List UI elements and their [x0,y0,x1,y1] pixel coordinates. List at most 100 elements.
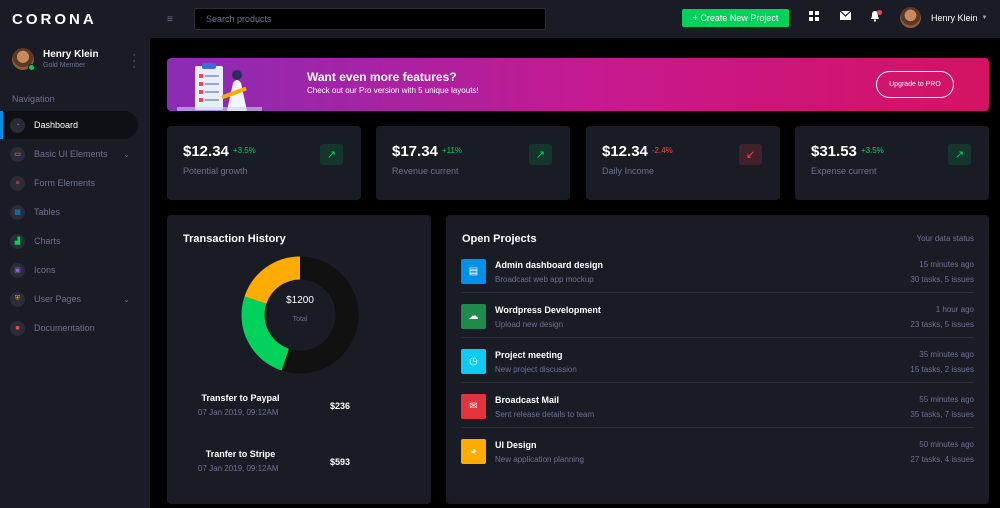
user-name: Henry Klein [931,12,978,23]
sidebar-item-dashboard[interactable]: ◔ Dashboard [0,111,138,139]
project-time: 50 minutes ago [919,440,974,449]
transaction-item[interactable]: Tranfer to Stripe 07 Jan 2019, 09:12AM $… [198,449,368,473]
profile-role: Gold Member [43,62,86,69]
arrow-top-right-icon: ↗ [948,144,971,165]
project-row[interactable]: ◕ UI Design New application planning 50 … [461,428,974,473]
transaction-title: Tranfer to Stripe [205,449,276,459]
arrow-top-right-icon: ↗ [529,144,552,165]
transaction-amount: $593 [330,457,351,467]
menu-toggle-icon[interactable]: ≡ [167,14,179,25]
project-row[interactable]: ◷ Project meeting New project discussion… [461,338,974,383]
project-row[interactable]: ✉ Broadcast Mail Sent release details to… [461,383,974,428]
transaction-amount: $236 [330,401,351,411]
security-icon: ⛨ [10,291,25,307]
project-row[interactable]: ▤ Admin dashboard design Broadcast web a… [461,248,974,293]
project-subtitle: Sent release details to team [495,410,595,419]
search-input[interactable]: Search products [194,8,546,30]
card-title: Transaction History [183,233,286,245]
stat-label: Expense current [811,166,877,176]
stat-label: Potential growth [183,166,248,176]
grid-icon-glyph [809,11,819,21]
donut-total-amount: $1200 [286,295,314,306]
card-title: Open Projects [462,233,537,245]
stat-change: +3.5% [860,146,884,155]
project-subtitle: Broadcast web app mockup [495,275,594,284]
chevron-down-icon: ⌄ [123,149,130,159]
sidebar-item-label: Charts [34,236,61,246]
search-placeholder: Search products [206,14,272,24]
stat-card-expense-current: $31.53 +3.5% Expense current ↗ [795,126,989,200]
arrow-bottom-left-icon: ↙ [739,144,762,165]
project-subtitle: New application planning [495,455,584,464]
online-status-dot [28,64,35,71]
email-icon[interactable] [838,10,852,25]
stat-change: -2.4% [651,146,673,155]
open-projects-card: Open Projects Your data status ▤ Admin d… [446,215,989,504]
project-title: Wordpress Development [495,305,601,315]
project-tasks: 35 tasks, 7 issues [910,410,974,419]
upgrade-pro-button[interactable]: Upgrade to PRO [876,71,954,98]
stat-card-daily-income: $12.34 -2.4% Daily Income ↙ [586,126,780,200]
bell-icon[interactable] [868,10,882,25]
user-menu[interactable]: Henry Klein ▼ [900,7,987,28]
topbar: ≡ Search products + Create New Project H… [150,0,1000,38]
banner-heading: Want even more features? [307,70,457,84]
speedometer-icon: ◔ [10,117,25,133]
project-time: 1 hour ago [935,305,974,314]
sidebar-item-label: Tables [34,207,61,217]
project-time: 15 minutes ago [919,260,974,269]
grid-icon[interactable] [807,11,821,25]
project-tasks: 30 tasks, 5 issues [910,275,974,284]
sidebar-item-label: Documentation [34,323,95,333]
sidebar-item-tables[interactable]: ▦ Tables [0,198,138,226]
project-time: 35 minutes ago [919,350,974,359]
sidebar-item-forms[interactable]: ≡ Form Elements [0,169,138,197]
avatar[interactable] [12,48,35,71]
sidebar-item-user-pages[interactable]: ⛨ User Pages ⌄ [0,285,138,313]
chart-pie-icon: ◕ [461,439,486,464]
sidebar-item-label: Dashboard [34,120,79,130]
stat-change: +11% [441,146,462,155]
table-icon: ▦ [10,204,25,220]
sidebar-item-documentation[interactable]: ■ Documentation [0,314,138,342]
stat-label: Daily Income [602,166,655,176]
project-subtitle: Upload new design [495,320,564,329]
profile-name: Henry Klein [43,49,99,60]
email-icon-glyph [839,10,851,20]
project-row[interactable]: ☁ Wordpress Development Upload new desig… [461,293,974,338]
checklist-illustration [177,63,262,111]
project-title: Admin dashboard design [495,260,604,270]
project-tasks: 23 tasks, 5 issues [910,320,974,329]
sidebar-item-icons[interactable]: ▣ Icons [0,256,138,284]
more-vertical-icon[interactable]: · · · [132,50,136,73]
nav-category: Navigation [12,94,55,104]
brand-logo[interactable]: CORONA [0,0,150,38]
avatar [900,7,921,28]
sidebar-item-charts[interactable]: ▟ Charts [0,227,138,255]
chart-icon: ▟ [10,233,25,249]
project-time: 55 minutes ago [919,395,974,404]
sidebar-item-basic-ui[interactable]: ▭ Basic UI Elements ⌄ [0,140,138,168]
create-project-button[interactable]: + Create New Project [682,9,789,27]
stat-card-potential-growth: $12.34 +3.5% Potential growth ↗ [167,126,361,200]
sidebar: CORONA Henry Klein Gold Member · · · Navig… [0,0,150,508]
project-tasks: 27 tasks, 4 issues [910,455,974,464]
transaction-title: Transfer to Paypal [201,393,280,403]
project-tasks: 15 tasks, 2 issues [910,365,974,374]
stat-value: $12.34 [602,143,648,160]
stat-label: Revenue current [392,166,459,176]
sidebar-profile[interactable]: Henry Klein Gold Member · · · [0,40,150,78]
file-icon: ▤ [461,259,486,284]
project-title: Project meeting [495,350,563,360]
transaction-item[interactable]: Transfer to Paypal 07 Jan 2019, 09:12AM … [198,393,368,417]
project-title: UI Design [495,440,537,450]
caret-down-icon: ▼ [981,14,988,21]
email-open-icon: ✉ [461,394,486,419]
stat-value: $31.53 [811,143,857,160]
donut-total-label: Total [292,316,308,323]
arrow-top-right-icon: ↗ [320,144,343,165]
sidebar-item-label: Form Elements [34,178,96,188]
playlist-icon: ≡ [10,175,25,191]
stat-change: +3.5% [232,146,256,155]
document-icon: ■ [10,320,25,336]
